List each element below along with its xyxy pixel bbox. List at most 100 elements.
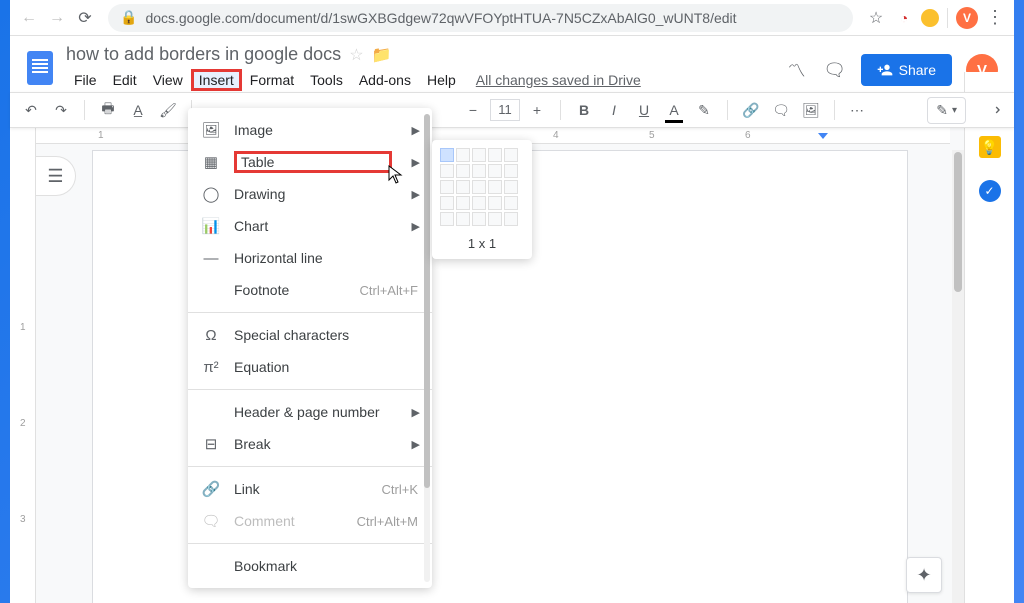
grid-cell[interactable]	[488, 212, 502, 226]
more-tools-icon[interactable]: ⋯	[847, 99, 869, 121]
table-size-submenu: 1 x 1	[432, 140, 532, 259]
table-size-grid[interactable]	[440, 148, 524, 226]
text-color-icon[interactable]: A	[663, 99, 685, 121]
grid-cell[interactable]	[504, 180, 518, 194]
grid-cell[interactable]	[472, 212, 486, 226]
grid-cell[interactable]	[472, 164, 486, 178]
comment-icon: 🗨	[202, 512, 220, 530]
keep-icon[interactable]: 💡	[979, 136, 1001, 158]
menu-file[interactable]: File	[66, 69, 105, 91]
doc-title[interactable]: how to add borders in google docs	[66, 44, 341, 65]
menu-item-special-chars[interactable]: Ω Special characters	[188, 319, 432, 351]
grid-cell[interactable]	[456, 148, 470, 162]
docs-logo[interactable]	[22, 44, 58, 92]
menu-edit[interactable]: Edit	[105, 69, 145, 91]
submenu-arrow-icon: ▶	[412, 188, 420, 201]
grid-cell[interactable]	[440, 180, 454, 194]
extension-1-icon[interactable]: ◔	[893, 7, 915, 29]
grid-cell[interactable]	[488, 164, 502, 178]
folder-icon[interactable]: 📁	[372, 45, 392, 65]
outline-toggle[interactable]: ☰	[36, 156, 76, 196]
grid-cell[interactable]	[504, 148, 518, 162]
right-indent-marker[interactable]	[818, 133, 828, 139]
menu-item-hline[interactable]: — Horizontal line	[188, 242, 432, 274]
browser-menu-icon[interactable]: ⋮	[984, 7, 1006, 29]
italic-icon[interactable]: I	[603, 99, 625, 121]
menu-help[interactable]: Help	[419, 69, 464, 91]
undo-icon[interactable]: ↶	[20, 99, 42, 121]
grid-cell[interactable]	[472, 196, 486, 210]
menu-item-header-page[interactable]: Header & page number ▶	[188, 396, 432, 428]
grid-cell[interactable]	[440, 212, 454, 226]
tasks-icon[interactable]: ✓	[979, 180, 1001, 202]
save-status[interactable]: All changes saved in Drive	[476, 72, 641, 88]
menu-view[interactable]: View	[145, 69, 191, 91]
submenu-arrow-icon: ▶	[412, 156, 420, 169]
menu-tools[interactable]: Tools	[302, 69, 351, 91]
font-size-minus[interactable]: −	[462, 99, 484, 121]
menu-item-drawing[interactable]: ◯ Drawing ▶	[188, 178, 432, 210]
menu-item-image[interactable]: 🖼 Image ▶	[188, 114, 432, 146]
reload-button[interactable]: ⟳	[74, 7, 96, 29]
highlight-icon[interactable]: ✎	[693, 99, 715, 121]
spellcheck-icon[interactable]: A̲	[127, 99, 149, 121]
menu-addons[interactable]: Add-ons	[351, 69, 419, 91]
grid-cell[interactable]	[472, 180, 486, 194]
grid-cell[interactable]	[504, 196, 518, 210]
menu-item-link[interactable]: 🔗 Link Ctrl+K	[188, 473, 432, 505]
explore-button[interactable]: ✦	[906, 557, 942, 593]
grid-cell[interactable]	[488, 148, 502, 162]
bookmark-star-icon[interactable]: ☆	[865, 7, 887, 29]
grid-cell[interactable]	[456, 164, 470, 178]
toolbar: ↶ ↷ 🖶 A̲ 🖌 − 11 + B I U A ✎ 🔗 🗨 🖼 ⋯	[10, 92, 1014, 128]
bold-icon[interactable]: B	[573, 99, 595, 121]
grid-cell[interactable]	[440, 196, 454, 210]
print-icon[interactable]: 🖶	[97, 99, 119, 121]
menu-insert[interactable]: Insert	[191, 69, 242, 91]
vertical-ruler: 1 2 3	[10, 128, 36, 603]
editing-mode-button[interactable]: ✎ ▾	[927, 97, 966, 124]
grid-cell[interactable]	[504, 212, 518, 226]
redo-icon[interactable]: ↷	[50, 99, 72, 121]
grid-cell[interactable]	[488, 180, 502, 194]
extension-2-icon[interactable]	[921, 9, 939, 27]
activity-icon[interactable]: 〽	[785, 58, 809, 82]
submenu-arrow-icon: ▶	[412, 438, 420, 451]
grid-cell[interactable]	[440, 148, 454, 162]
font-size-plus[interactable]: +	[526, 99, 548, 121]
insert-image-icon[interactable]: 🖼	[800, 99, 822, 121]
back-button[interactable]: ←	[18, 7, 40, 29]
menu-item-table[interactable]: ▦ Table ▶	[188, 146, 432, 178]
hide-menus-icon[interactable]: ⌃	[982, 99, 1004, 121]
grid-cell[interactable]	[456, 180, 470, 194]
font-size-input[interactable]: 11	[490, 99, 520, 121]
docs-app: how to add borders in google docs ☆ 📁 Fi…	[10, 36, 1014, 603]
share-label: Share	[899, 62, 936, 78]
menu-scrollbar[interactable]	[424, 114, 430, 582]
star-icon[interactable]: ☆	[349, 45, 363, 65]
header-icon	[202, 403, 220, 421]
menu-item-footnote[interactable]: Footnote Ctrl+Alt+F	[188, 274, 432, 306]
grid-cell[interactable]	[456, 212, 470, 226]
menu-item-equation[interactable]: π² Equation	[188, 351, 432, 383]
menu-item-break[interactable]: ⊟ Break ▶	[188, 428, 432, 460]
menubar: File Edit View Insert Format Tools Add-o…	[66, 69, 785, 91]
insert-link-icon[interactable]: 🔗	[740, 99, 762, 121]
menu-item-bookmark[interactable]: Bookmark	[188, 550, 432, 582]
paint-format-icon[interactable]: 🖌	[157, 99, 179, 121]
menu-item-chart[interactable]: 📊 Chart ▶	[188, 210, 432, 242]
share-button[interactable]: Share	[861, 54, 952, 86]
profile-avatar-small[interactable]: V	[956, 7, 978, 29]
grid-cell[interactable]	[472, 148, 486, 162]
add-comment-icon[interactable]: 🗨	[770, 99, 792, 121]
grid-cell[interactable]	[504, 164, 518, 178]
menu-format[interactable]: Format	[242, 69, 302, 91]
underline-icon[interactable]: U	[633, 99, 655, 121]
grid-cell[interactable]	[488, 196, 502, 210]
address-bar[interactable]: 🔒 docs.google.com/document/d/1swGXBGdgew…	[108, 4, 853, 32]
forward-button[interactable]: →	[46, 7, 68, 29]
grid-cell[interactable]	[440, 164, 454, 178]
grid-cell[interactable]	[456, 196, 470, 210]
vertical-scrollbar[interactable]	[952, 150, 964, 603]
comments-icon[interactable]: 🗨	[823, 58, 847, 82]
